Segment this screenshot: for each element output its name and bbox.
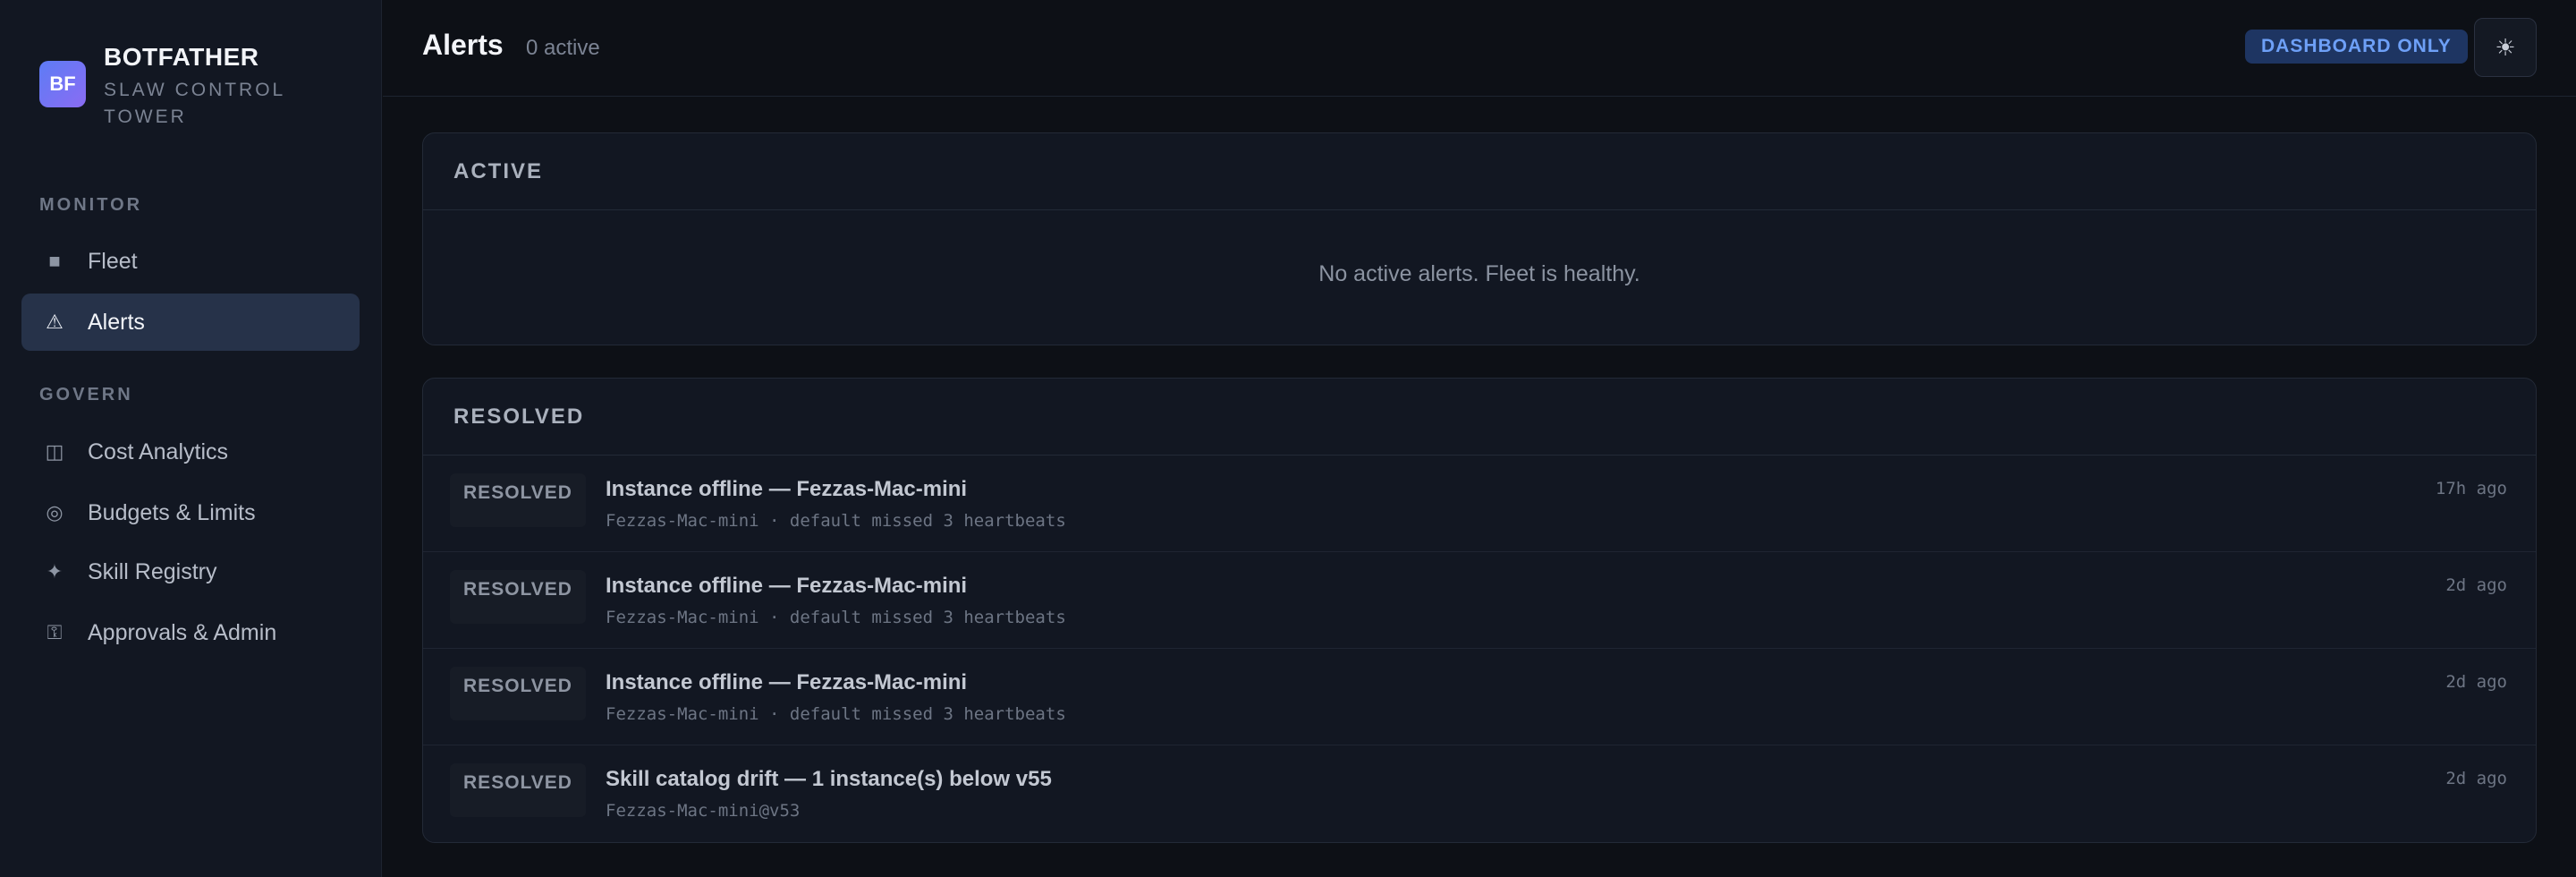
- brand-subtitle: SLAW CONTROL TOWER: [104, 80, 285, 127]
- square-icon: ■: [48, 250, 61, 272]
- resolved-section-title: RESOLVED: [423, 379, 2536, 456]
- theme-toggle-button[interactable]: ☀: [2474, 18, 2537, 77]
- sidebar-item-label: Budgets & Limits: [88, 499, 256, 525]
- sidebar-item-label: Approvals & Admin: [88, 619, 277, 645]
- target-icon: ◎: [46, 501, 64, 524]
- status-badge: RESOLVED: [450, 667, 586, 720]
- active-section-title: ACTIVE: [423, 133, 2536, 210]
- sidebar-item-budgets-limits[interactable]: ◎ Budgets & Limits: [21, 484, 360, 541]
- page-title: Alerts: [422, 29, 504, 61]
- warning-triangle-icon: ⚠: [46, 311, 64, 333]
- active-count: 0 active: [526, 36, 600, 60]
- alert-timestamp: 2d ago: [2445, 672, 2507, 692]
- alert-row[interactable]: RESOLVED Instance offline — Fezzas-Mac-m…: [423, 552, 2536, 649]
- alert-row[interactable]: RESOLVED Instance offline — Fezzas-Mac-m…: [423, 456, 2536, 552]
- topbar: Alerts 0 active DASHBOARD ONLY ☀: [383, 0, 2576, 97]
- alert-timestamp: 2d ago: [2445, 575, 2507, 595]
- brand-logo: BF: [39, 61, 86, 107]
- alert-title: Instance offline — Fezzas-Mac-mini: [606, 477, 968, 501]
- status-badge: RESOLVED: [450, 570, 586, 624]
- sidebar-item-approvals-admin[interactable]: ⚿ Approvals & Admin: [21, 604, 360, 661]
- alert-detail: Fezzas-Mac-mini · default missed 3 heart…: [606, 511, 1066, 531]
- sidebar-item-fleet[interactable]: ■ Fleet: [21, 233, 360, 290]
- sidebar-item-label: Fleet: [88, 248, 138, 274]
- sidebar-item-skill-registry[interactable]: ✦ Skill Registry: [21, 543, 360, 600]
- sidebar-item-label: Alerts: [88, 309, 145, 335]
- sparkle-icon: ✦: [46, 560, 64, 583]
- sidebar-item-label: Skill Registry: [88, 558, 217, 584]
- alert-title: Instance offline — Fezzas-Mac-mini: [606, 574, 968, 598]
- active-alerts-card: ACTIVE No active alerts. Fleet is health…: [422, 132, 2537, 345]
- status-badge: RESOLVED: [450, 763, 586, 817]
- resolved-alerts-card: RESOLVED RESOLVED Instance offline — Fez…: [422, 378, 2537, 843]
- sidebar-item-label: Cost Analytics: [88, 438, 229, 464]
- brand-name: BOTFATHER: [104, 43, 259, 71]
- sidebar-item-cost-analytics[interactable]: ◫ Cost Analytics: [21, 423, 360, 481]
- alert-detail: Fezzas-Mac-mini · default missed 3 heart…: [606, 704, 1066, 724]
- sidebar: BF BOTFATHER SLAW CONTROL TOWER MONITOR …: [0, 0, 382, 877]
- alert-timestamp: 17h ago: [2435, 479, 2507, 498]
- section-label-monitor: MONITOR: [39, 195, 143, 215]
- section-label-govern: GOVERN: [39, 385, 133, 404]
- sun-icon: ☀: [2495, 33, 2516, 61]
- alert-title: Skill catalog drift — 1 instance(s) belo…: [606, 767, 1052, 791]
- sidebar-item-alerts[interactable]: ⚠ Alerts: [21, 294, 360, 351]
- alert-row[interactable]: RESOLVED Skill catalog drift — 1 instanc…: [423, 745, 2536, 842]
- id-icon: ⚿: [47, 621, 63, 643]
- alert-detail: Fezzas-Mac-mini@v53: [606, 801, 801, 821]
- alert-row[interactable]: RESOLVED Instance offline — Fezzas-Mac-m…: [423, 649, 2536, 745]
- panel-icon: ◫: [45, 440, 64, 463]
- dashboard-only-badge: DASHBOARD ONLY: [2245, 30, 2468, 64]
- status-badge: RESOLVED: [450, 473, 586, 527]
- brand[interactable]: BF BOTFATHER SLAW CONTROL TOWER: [39, 41, 318, 131]
- alert-timestamp: 2d ago: [2445, 769, 2507, 788]
- alert-detail: Fezzas-Mac-mini · default missed 3 heart…: [606, 608, 1066, 627]
- empty-state-text: No active alerts. Fleet is healthy.: [1318, 260, 1640, 286]
- alert-title: Instance offline — Fezzas-Mac-mini: [606, 670, 968, 694]
